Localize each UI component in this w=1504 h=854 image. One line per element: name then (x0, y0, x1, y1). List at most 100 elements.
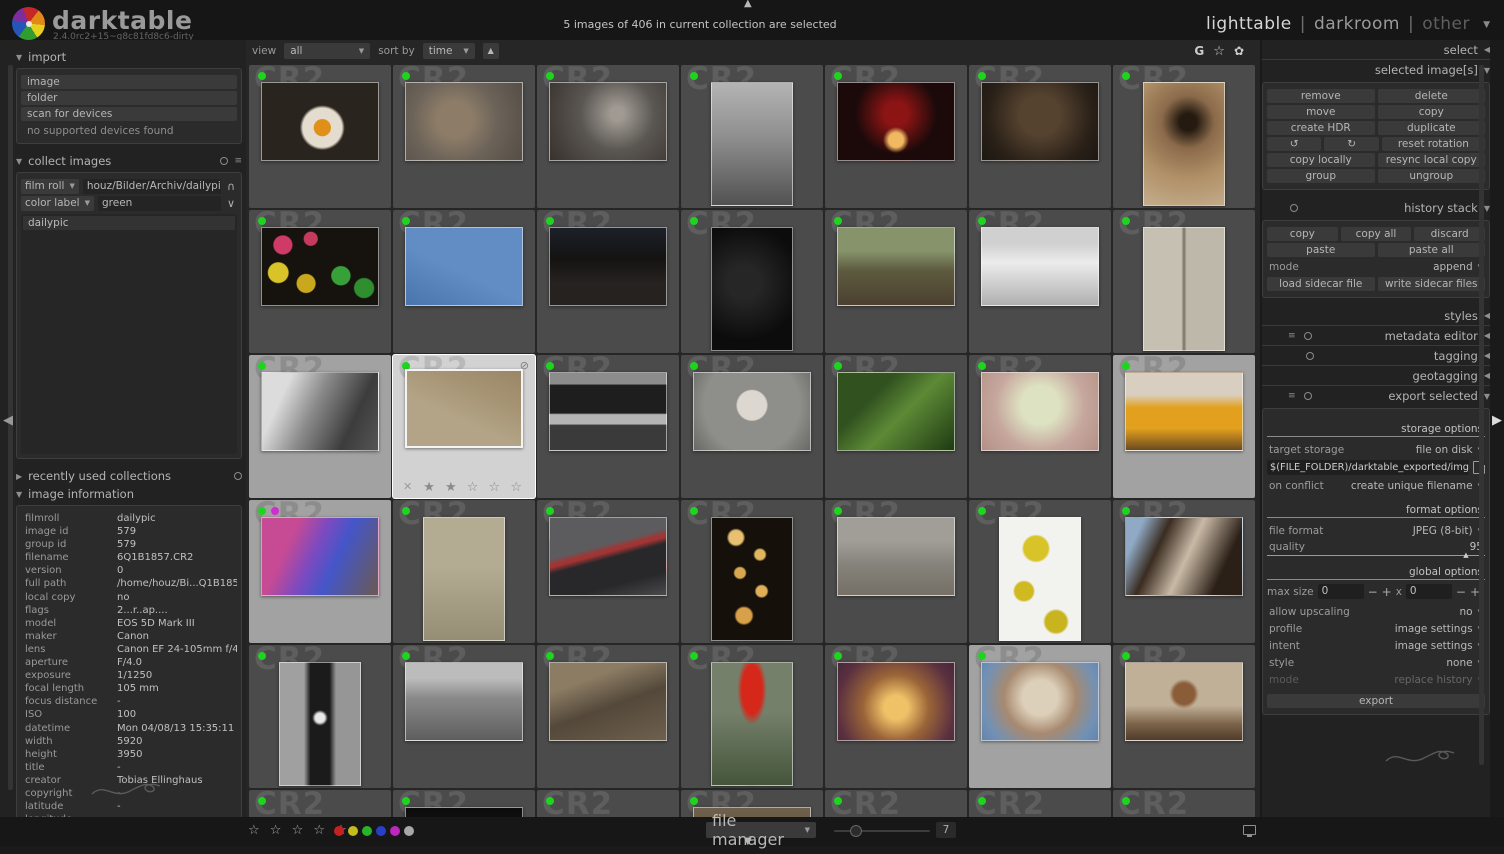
thumbnail-cell-row6-portrait-bw[interactable]: CR2 (393, 790, 535, 817)
thumbnail-cell-fern-leaves[interactable]: CR2 (825, 355, 967, 498)
thumbnail-cell-row6-1[interactable]: CR2 (249, 790, 391, 817)
write-sidecar-files-button[interactable]: write sidecar files (1378, 277, 1486, 291)
style-row[interactable]: style none ▼ (1267, 654, 1485, 671)
section-collect-images[interactable]: ▼ collect images ≡ (16, 152, 242, 170)
grouping-icon[interactable]: G (1194, 44, 1204, 58)
thumbnail-cell-candle-lights[interactable]: CR2 (681, 500, 823, 643)
import-scan-for-devices-button[interactable]: scan for devices (21, 107, 237, 121)
gray-label-button[interactable] (404, 826, 414, 836)
quality-slider[interactable]: quality 95 ▲ (1267, 539, 1485, 556)
remove-button[interactable]: remove (1267, 89, 1375, 103)
thumbnail-cell-red-tulip[interactable]: CR2 (681, 645, 823, 788)
layout-mode-dropdown[interactable]: file manager ▼ (706, 822, 816, 838)
allow-upscaling-row[interactable]: allow upscaling no ▼ (1267, 603, 1485, 620)
thumbnail-cell-dark-still-life[interactable]: CR2 (681, 210, 823, 353)
green-label-button[interactable] (362, 826, 372, 836)
thumbnail-cell-orange-juice[interactable]: CR2 (1113, 355, 1255, 498)
collapse-left-arrow[interactable]: ◀ (3, 413, 13, 428)
thumbnail-cell-shell-in-hands[interactable]: CR2 (969, 645, 1111, 788)
copy-button[interactable]: copy (1267, 227, 1338, 241)
paste-all-button[interactable]: paste all (1378, 243, 1486, 257)
collection-list[interactable]: dailypic (21, 214, 237, 454)
thumbnail-cell-spaniel-dog[interactable]: CR2 (1113, 500, 1255, 643)
thumbnail-cell-row6-5[interactable]: CR2 (825, 790, 967, 817)
thumbnail-cell-building-staircase[interactable]: CR2 (681, 65, 823, 208)
yellow-label-button[interactable] (348, 826, 358, 836)
target-storage-row[interactable]: target storage file on disk ▼ (1267, 441, 1485, 458)
section-export-selected[interactable]: ≡ export selected ▼ (1262, 386, 1490, 406)
thumbnail-cell-hand-with-key[interactable]: CR2 (537, 65, 679, 208)
section-history-stack[interactable]: history stack ▼ (1262, 198, 1490, 218)
minus-button[interactable]: − (1368, 585, 1378, 599)
thumbnail-cell-graffiti-wall[interactable]: CR2 (825, 500, 967, 643)
copy-all-button[interactable]: copy all (1341, 227, 1412, 241)
on-conflict-row[interactable]: on conflict create unique filename ▼ (1267, 477, 1485, 494)
rule-value-input[interactable]: houz/Bilder/Archiv/dailypic (83, 179, 221, 194)
copy-button[interactable]: copy (1378, 105, 1486, 119)
rotate-cw-button[interactable]: ↻ (1324, 137, 1378, 151)
red-label-button[interactable] (334, 826, 344, 836)
rule-value-input[interactable]: green (98, 196, 221, 211)
minus-button[interactable]: − (1456, 585, 1466, 599)
sort-direction-button[interactable]: ▲ (483, 43, 499, 59)
paste-button[interactable]: paste (1267, 243, 1375, 257)
reset-icon[interactable] (220, 157, 228, 165)
copy-locally-button[interactable]: copy locally (1267, 153, 1375, 167)
collapse-bottom-arrow[interactable]: ▼ (744, 838, 752, 846)
reset-icon[interactable] (1304, 392, 1312, 400)
thumbnail-cell-fabric-stitch[interactable]: CR2 (537, 500, 679, 643)
resync-local-copy-button[interactable]: resync local copy (1378, 153, 1486, 167)
max-height-input[interactable]: 0 (1406, 584, 1452, 599)
thumbnail-cell-concrete-crack[interactable]: CR2 (1113, 210, 1255, 353)
thumb-rating-stars[interactable]: ★ ★ ☆ ☆ ☆ (423, 480, 525, 495)
section-geotagging[interactable]: geotagging ◀ (1262, 366, 1490, 386)
group-button[interactable]: group (1267, 169, 1375, 183)
export-button[interactable]: export (1267, 694, 1485, 708)
import-folder-button[interactable]: folder (21, 91, 237, 105)
section-import[interactable]: ▼ import (16, 48, 242, 66)
thumbnail-cell-palace-door[interactable]: CR2 (1113, 645, 1255, 788)
reset-icon[interactable] (1290, 204, 1298, 212)
export-path-input[interactable]: $(FILE_FOLDER)/darktable_exported/img_ (1267, 460, 1469, 475)
thumbnail-cell-red-lamp[interactable]: CR2 (825, 65, 967, 208)
view-lighttable[interactable]: lighttable (1206, 14, 1292, 34)
right-panel-scrollbar[interactable] (1479, 65, 1484, 765)
thumbnail-cell-willow-catkins[interactable]: CR2 (393, 210, 535, 353)
combine-and-icon[interactable]: ∩ (225, 180, 237, 193)
move-button[interactable]: move (1267, 105, 1375, 119)
view-darkroom[interactable]: darkroom (1314, 14, 1400, 34)
section-recently-used[interactable]: ▶ recently used collections (16, 467, 242, 485)
collapse-top-arrow[interactable]: ▲ (744, 0, 752, 8)
thumbnail-cell-deer-eye[interactable]: CR2 (1113, 65, 1255, 208)
thumbnail-cell-candle-jar[interactable]: CR2 (825, 645, 967, 788)
thumbnail-cell-lufthansa-logo[interactable]: CR2 (393, 500, 535, 643)
reset-rotation-button[interactable]: reset rotation (1382, 137, 1485, 151)
thumbnail-cell-wooden-shingles[interactable]: CR2 (537, 645, 679, 788)
presets-icon[interactable]: ≡ (1288, 331, 1296, 341)
sort-dropdown[interactable]: time ▼ (423, 43, 475, 59)
thumbnail-cell-stone-archway[interactable]: CR2 (249, 645, 391, 788)
intent-row[interactable]: intent image settings ▼ (1267, 637, 1485, 654)
combine-or-icon[interactable]: ∨ (225, 197, 237, 210)
plus-button[interactable]: + (1382, 585, 1392, 599)
thumbnail-cell-crocus-flowers[interactable]: CR2 (825, 210, 967, 353)
thumbnail-cell-ruins-arch[interactable]: CR2 (393, 645, 535, 788)
chevron-down-icon[interactable]: ▼ (1483, 20, 1490, 30)
section-image-information[interactable]: ▼ image information (16, 485, 242, 503)
zoom-slider-handle[interactable] (850, 825, 862, 837)
thumbnail-cell-dyed-hair[interactable]: CR2 (249, 500, 391, 643)
profile-row[interactable]: profile image settings ▼ (1267, 620, 1485, 637)
create-HDR-button[interactable]: create HDR (1267, 121, 1375, 135)
thumbnail-cell-washbasin[interactable]: CR2 (969, 210, 1111, 353)
reset-icon[interactable] (1306, 352, 1314, 360)
thumbnail-cell-row6-6[interactable]: CR2 (969, 790, 1111, 817)
presets-icon[interactable]: ≡ (234, 156, 242, 166)
zoom-slider[interactable] (834, 830, 930, 832)
thumbnail-cell-forsythia[interactable]: CR2 (969, 500, 1111, 643)
duplicate-button[interactable]: duplicate (1378, 121, 1486, 135)
rule-type-dropdown[interactable]: film roll▼ (21, 179, 79, 194)
thumbnail-cell-sign-on-fence[interactable]: CR2 (681, 355, 823, 498)
view-other[interactable]: other (1422, 14, 1470, 34)
thumbnail-cell-stone-rabbit[interactable]: CR2 (393, 65, 535, 208)
display-profile-icon[interactable] (1243, 825, 1256, 835)
